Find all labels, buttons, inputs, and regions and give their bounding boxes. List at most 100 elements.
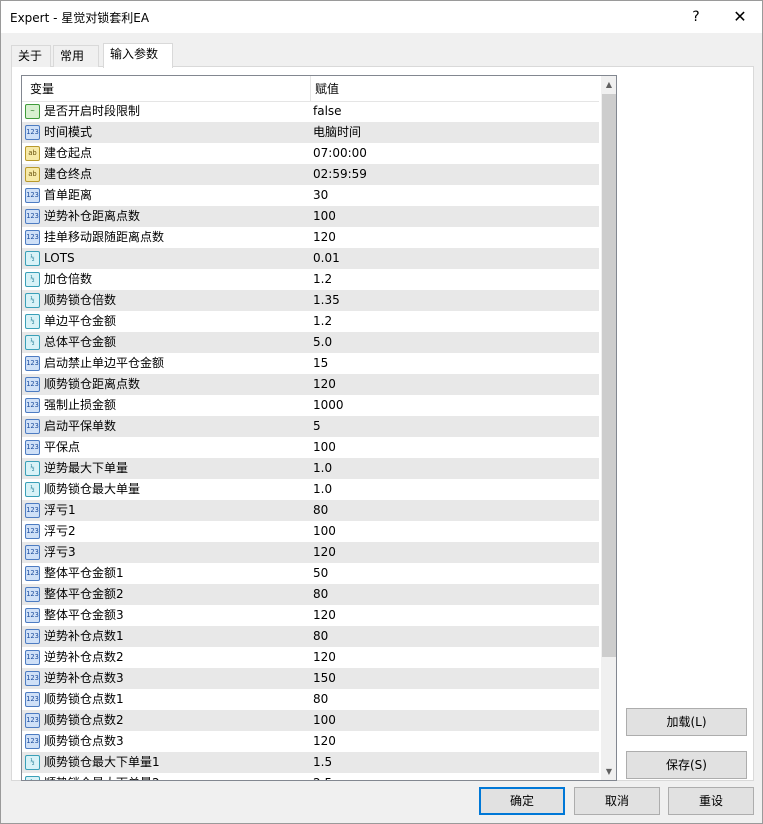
parameter-row[interactable]: 123 启动平保单数 5 [22,416,599,437]
parameter-row[interactable]: ½ LOTS 0.01 [22,248,599,269]
parameter-value[interactable]: 80 [313,689,328,710]
parameter-row[interactable]: ½ 顺势锁仓最大单量 1.0 [22,479,599,500]
parameter-value[interactable]: 120 [313,227,336,248]
grid-header: 变量 赋值 [22,76,599,102]
parameter-row[interactable]: 123 强制止损金额 1000 [22,395,599,416]
parameter-value[interactable]: 100 [313,710,336,731]
parameter-value[interactable]: 02:59:59 [313,164,367,185]
parameter-row[interactable]: 123 整体平仓金额3 120 [22,605,599,626]
reset-button[interactable]: 重设 [668,787,754,815]
parameter-value[interactable]: 1.0 [313,458,332,479]
integer-type-icon: 123 [25,671,40,686]
parameter-row[interactable]: 123 逆势补仓距离点数 100 [22,206,599,227]
parameter-value[interactable]: 100 [313,521,336,542]
parameter-value[interactable]: 150 [313,668,336,689]
parameter-value[interactable]: 5 [313,416,321,437]
parameter-row[interactable]: ½ 顺势锁仓最大下单量1 1.5 [22,752,599,773]
parameter-name: 逆势补仓点数3 [44,671,124,685]
parameter-name: 首单距离 [44,188,93,202]
parameter-row[interactable]: 123 整体平仓金额1 50 [22,563,599,584]
parameter-row[interactable]: ½ 总体平仓金额 5.0 [22,332,599,353]
parameter-value[interactable]: 电脑时间 [313,122,361,143]
parameter-row[interactable]: 123 浮亏1 80 [22,500,599,521]
close-icon[interactable]: ✕ [725,5,755,29]
parameter-value[interactable]: 0.01 [313,248,340,269]
parameter-row[interactable]: 123 浮亏3 120 [22,542,599,563]
parameter-row[interactable]: 123 平保点 100 [22,437,599,458]
parameter-row[interactable]: ½ 顺势锁仓倍数 1.35 [22,290,599,311]
parameter-row[interactable]: 123 逆势补仓点数3 150 [22,668,599,689]
parameter-name: 建仓起点 [44,146,93,160]
tab-common[interactable]: 常用 [53,45,99,67]
double-type-icon: ½ [25,293,40,308]
parameter-name: 启动禁止单边平仓金额 [44,356,165,370]
title-bar[interactable]: Expert - 星觉对锁套利EA ? ✕ [1,1,762,33]
scroll-down-arrow-icon[interactable]: ▼ [601,763,616,780]
parameter-name: 总体平仓金额 [44,335,117,349]
parameter-value[interactable]: 120 [313,731,336,752]
parameter-row[interactable]: ab 建仓终点 02:59:59 [22,164,599,185]
parameter-value[interactable]: 5.0 [313,332,332,353]
parameter-row[interactable]: 123 挂单移动跟随距离点数 120 [22,227,599,248]
parameter-value[interactable]: 100 [313,206,336,227]
help-icon[interactable]: ? [681,5,711,29]
parameter-row[interactable]: ½ 加仓倍数 1.2 [22,269,599,290]
parameter-value[interactable]: 120 [313,374,336,395]
parameter-row[interactable]: ab 建仓起点 07:00:00 [22,143,599,164]
parameter-row[interactable]: 123 顺势锁仓点数2 100 [22,710,599,731]
parameter-value[interactable]: 100 [313,437,336,458]
parameter-name: 顺势锁仓倍数 [44,293,117,307]
double-type-icon: ½ [25,335,40,350]
parameter-value[interactable]: 120 [313,542,336,563]
parameters-grid[interactable]: 变量 赋值 ~ 是否开启时段限制 false 123 时间模式 电脑时间 ab 建仓起点 07:… [21,75,617,781]
parameter-value[interactable]: 1.2 [313,269,332,290]
parameter-row[interactable]: 123 顺势锁仓距离点数 120 [22,374,599,395]
parameter-row[interactable]: 123 顺势锁仓点数1 80 [22,689,599,710]
parameter-row[interactable]: 123 时间模式 电脑时间 [22,122,599,143]
column-header-variable[interactable]: 变量 [22,76,311,102]
parameter-row[interactable]: 123 浮亏2 100 [22,521,599,542]
parameter-name: 顺势锁仓最大下单量1 [44,755,160,769]
parameter-value[interactable]: 1.5 [313,752,332,773]
parameter-row[interactable]: 123 首单距离 30 [22,185,599,206]
double-type-icon: ½ [25,776,40,780]
parameter-value[interactable]: 80 [313,584,328,605]
parameter-row[interactable]: ½ 逆势最大下单量 1.0 [22,458,599,479]
parameter-value[interactable]: 1000 [313,395,344,416]
parameter-value[interactable]: 120 [313,647,336,668]
parameter-row[interactable]: 123 启动禁止单边平仓金额 15 [22,353,599,374]
tab-inputs[interactable]: 输入参数 [103,43,173,68]
parameter-value[interactable]: 1.0 [313,479,332,500]
vertical-scrollbar[interactable]: ▲ ▼ [601,76,616,780]
save-button[interactable]: 保存(S) [626,751,747,779]
column-header-value[interactable]: 赋值 [311,76,599,102]
parameter-value[interactable]: 1.35 [313,290,340,311]
load-button[interactable]: 加载(L) [626,708,747,736]
scrollbar-thumb[interactable] [602,94,616,657]
parameter-value[interactable]: 80 [313,626,328,647]
parameter-row[interactable]: 123 逆势补仓点数2 120 [22,647,599,668]
parameter-value[interactable]: 80 [313,500,328,521]
double-type-icon: ½ [25,314,40,329]
parameter-row[interactable]: 123 顺势锁仓点数3 120 [22,731,599,752]
parameter-value[interactable]: 07:00:00 [313,143,367,164]
parameter-row[interactable]: 123 整体平仓金额2 80 [22,584,599,605]
parameter-row[interactable]: ½ 单边平仓金额 1.2 [22,311,599,332]
parameter-value[interactable]: 1.2 [313,311,332,332]
tab-about[interactable]: 关于 [11,45,51,67]
integer-type-icon: 123 [25,398,40,413]
parameter-value[interactable]: 50 [313,563,328,584]
parameter-name: 浮亏1 [44,503,76,517]
scroll-up-arrow-icon[interactable]: ▲ [601,76,616,93]
parameter-value[interactable]: 15 [313,353,328,374]
parameter-name: 逆势最大下单量 [44,461,129,475]
parameter-value[interactable]: false [313,101,342,122]
parameter-value[interactable]: 30 [313,185,328,206]
parameter-row[interactable]: ~ 是否开启时段限制 false [22,101,599,122]
parameter-row[interactable]: 123 逆势补仓点数1 80 [22,626,599,647]
parameter-value[interactable]: 2.5 [313,773,332,780]
parameter-value[interactable]: 120 [313,605,336,626]
cancel-button[interactable]: 取消 [574,787,660,815]
ok-button[interactable]: 确定 [479,787,565,815]
parameter-row[interactable]: ½ 顺势锁仓最大下单量2 2.5 [22,773,599,780]
